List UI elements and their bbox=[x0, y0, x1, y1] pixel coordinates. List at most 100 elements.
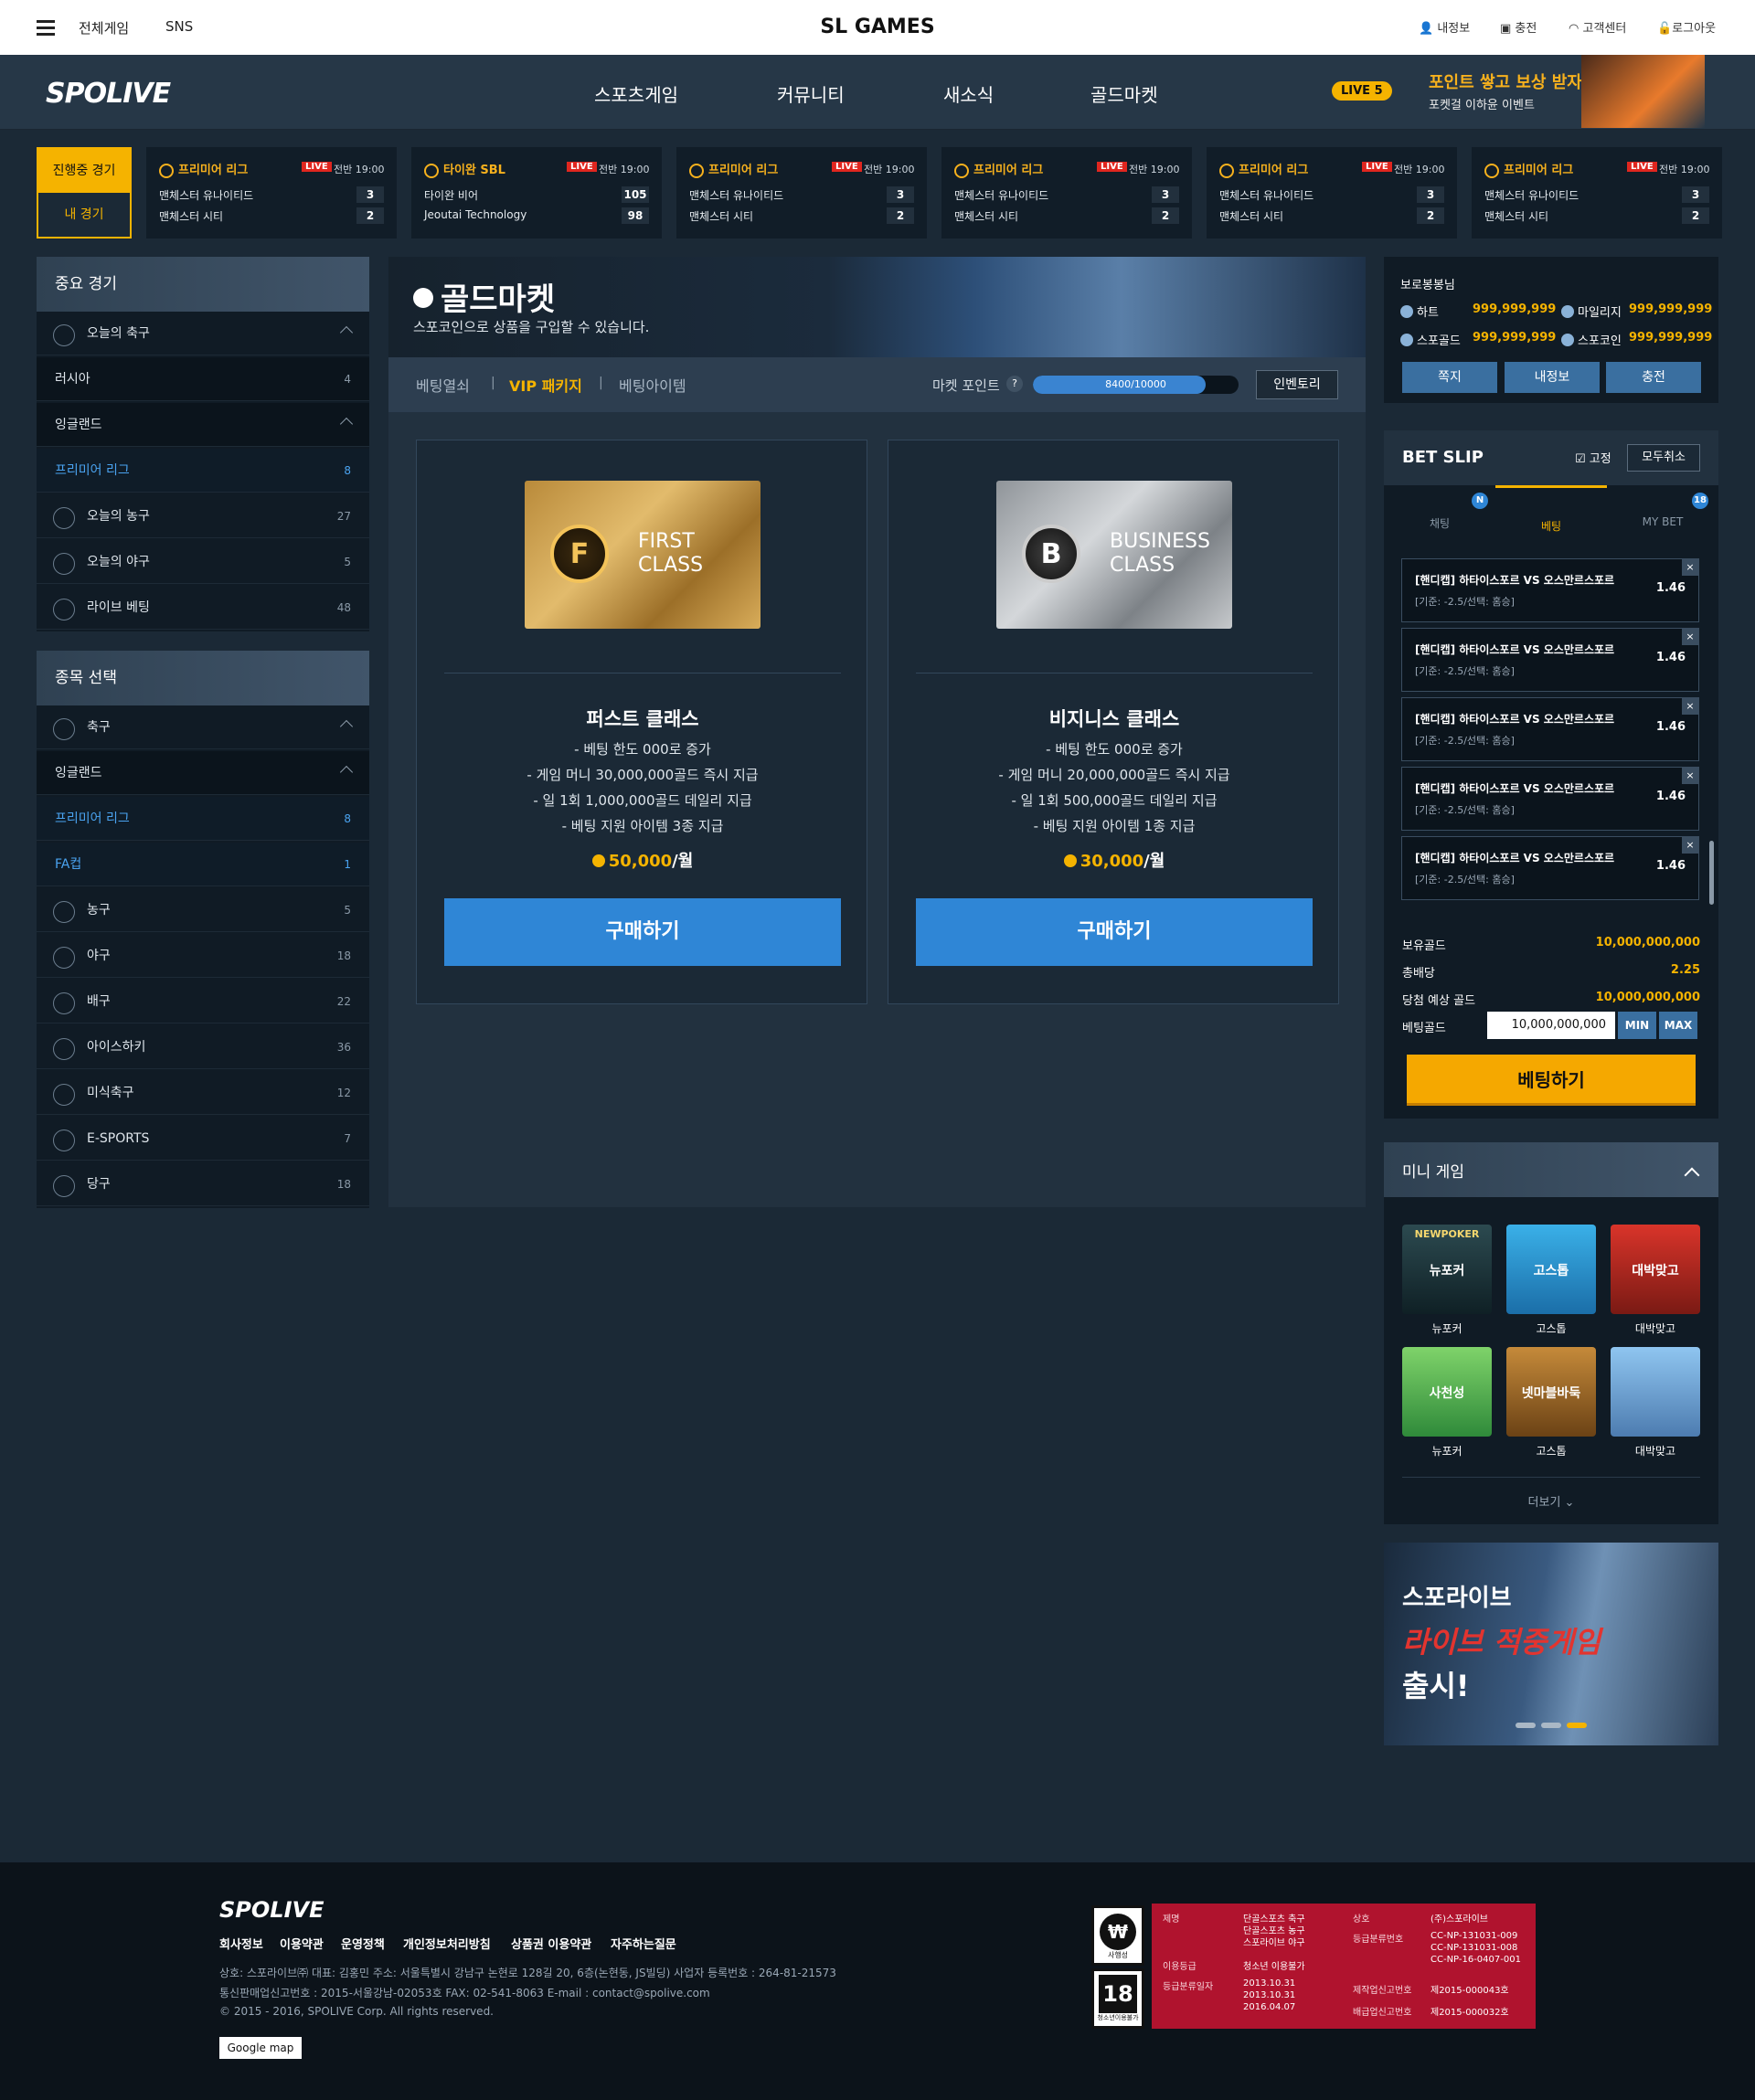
promo-title[interactable]: 포인트 쌓고 보상 받자! bbox=[1429, 69, 1590, 93]
tab-divider: | bbox=[599, 376, 603, 390]
charge-link[interactable]: ▣ 충전 bbox=[1500, 18, 1537, 36]
footer-link-company[interactable]: 회사정보 bbox=[219, 1935, 263, 1952]
bet-slip-item[interactable]: [핸디캡] 하타이스포르 VS 오스만르스포르 [기준: -2.5/선택: 홈승]… bbox=[1401, 628, 1699, 692]
footer-link-faq[interactable]: 자주하는질문 bbox=[611, 1935, 676, 1952]
bet-detail: [기준: -2.5/선택: 홈승] bbox=[1415, 596, 1515, 608]
fix-checkbox[interactable]: ☑ 고정 bbox=[1575, 449, 1611, 466]
close-icon[interactable]: × bbox=[1682, 629, 1698, 645]
mini-game-label[interactable]: 고스톱 bbox=[1506, 1443, 1596, 1458]
tab-bet[interactable]: 베팅 bbox=[1495, 485, 1607, 538]
tab-vip-package[interactable]: VIP 패키지 bbox=[509, 374, 582, 396]
mini-game-thumbnail[interactable]: 대박맞고 bbox=[1611, 1225, 1700, 1314]
home-team: 타이완 비어 bbox=[424, 189, 479, 202]
sidebar-item[interactable]: 프리미어 리그 8 bbox=[37, 449, 369, 493]
mini-game-thumbnail[interactable]: 넷마블바둑 bbox=[1506, 1347, 1596, 1437]
live-match-card[interactable]: 타이완 SBL LIVE 전반 19:00 타이완 비어 105 Jeoutai Tech… bbox=[411, 147, 662, 239]
support-link[interactable]: ◠ 고객센터 bbox=[1569, 18, 1626, 36]
charge-button[interactable]: 충전 bbox=[1606, 362, 1701, 393]
ball-icon bbox=[954, 163, 969, 178]
nav-gold-market[interactable]: 골드마켓 bbox=[1090, 80, 1158, 107]
place-bet-button[interactable]: 베팅하기 bbox=[1407, 1055, 1696, 1106]
clear-all-button[interactable]: 모두취소 bbox=[1627, 444, 1700, 472]
mini-game-label[interactable]: 뉴포커 bbox=[1402, 1320, 1492, 1336]
nav-community[interactable]: 커뮤니티 bbox=[777, 80, 845, 107]
live-match-card[interactable]: 프리미어 리그 LIVE 전반 19:00 맨체스터 유나이티드 3 맨체스터 시티 2 bbox=[146, 147, 397, 239]
bet-slip-item[interactable]: [핸디캡] 하타이스포르 VS 오스만르스포르 [기준: -2.5/선택: 홈승]… bbox=[1401, 836, 1699, 900]
scrollbar[interactable] bbox=[1709, 841, 1714, 905]
footer-link-policy[interactable]: 운영정책 bbox=[341, 1935, 385, 1952]
sidebar-item[interactable]: 프리미어 리그 8 bbox=[37, 797, 369, 841]
logo[interactable]: SPOLIVE bbox=[46, 78, 171, 110]
rating-table: 제명 단골스포츠 축구 단골스포츠 농구 스포라이브 야구 이용등급 청소년 이… bbox=[1152, 1904, 1536, 2029]
tab-my-matches[interactable]: 내 경기 bbox=[38, 193, 130, 237]
carousel-dot-active[interactable] bbox=[1567, 1723, 1587, 1728]
nav-news[interactable]: 새소식 bbox=[943, 80, 994, 107]
bet-slip-item[interactable]: [핸디캡] 하타이스포르 VS 오스만르스포르 [기준: -2.5/선택: 홈승]… bbox=[1401, 697, 1699, 761]
live-match-card[interactable]: 프리미어 리그 LIVE 전반 19:00 맨체스터 유나이티드 3 맨체스터 시티 2 bbox=[1472, 147, 1722, 239]
sidebar-item[interactable]: 잉글랜드 bbox=[37, 403, 369, 447]
live-match-card[interactable]: 프리미어 리그 LIVE 전반 19:00 맨체스터 유나이티드 3 맨체스터 시티 2 bbox=[676, 147, 927, 239]
chevron-up-icon[interactable] bbox=[339, 765, 354, 780]
mini-game-label[interactable]: 고스톱 bbox=[1506, 1320, 1596, 1336]
tab-live-matches[interactable]: 진행중 경기 bbox=[38, 149, 130, 193]
sidebar-item[interactable]: 잉글랜드 bbox=[37, 751, 369, 795]
spogold-value: 999,999,999 bbox=[1473, 331, 1557, 345]
mini-game-thumbnail[interactable]: 고스톱 bbox=[1506, 1225, 1596, 1314]
bet-detail: [기준: -2.5/선택: 홈승] bbox=[1415, 874, 1515, 886]
bet-gold-input[interactable]: 10,000,000,000 bbox=[1487, 1012, 1615, 1039]
sports-panel: 종목 선택 축구 잉글랜드 프리미어 리그 8 FA컵 1 농구 5 야구 18 배구 22 아이스하키… bbox=[37, 651, 369, 1208]
max-button[interactable]: MAX bbox=[1659, 1012, 1697, 1039]
sidebar-item[interactable]: FA컵 1 bbox=[37, 843, 369, 886]
sidebar-item[interactable]: 오늘의 야구 5 bbox=[37, 540, 369, 584]
bet-slip-item[interactable]: [핸디캡] 하타이스포르 VS 오스만르스포르 [기준: -2.5/선택: 홈승]… bbox=[1401, 558, 1699, 622]
sidebar-item[interactable]: 축구 bbox=[37, 705, 369, 749]
my-info-button[interactable]: 내정보 bbox=[1505, 362, 1600, 393]
bet-slip-item[interactable]: [핸디캡] 하타이스포르 VS 오스만르스포르 [기준: -2.5/선택: 홈승]… bbox=[1401, 767, 1699, 831]
sidebar-item[interactable]: 야구 18 bbox=[37, 934, 369, 978]
google-map-button[interactable]: Google map bbox=[219, 2037, 302, 2059]
message-button[interactable]: 쪽지 bbox=[1402, 362, 1497, 393]
footer-link-terms[interactable]: 이용약관 bbox=[280, 1935, 324, 1952]
sidebar-item[interactable]: 당구 18 bbox=[37, 1162, 369, 1206]
live-match-card[interactable]: 프리미어 리그 LIVE 전반 19:00 맨체스터 유나이티드 3 맨체스터 시티 2 bbox=[1207, 147, 1457, 239]
my-info-link[interactable]: 👤 내정보 bbox=[1419, 18, 1470, 36]
close-icon[interactable]: × bbox=[1682, 768, 1698, 784]
min-button[interactable]: MIN bbox=[1618, 1012, 1656, 1039]
carousel-dot[interactable] bbox=[1541, 1723, 1561, 1728]
buy-button[interactable]: 구매하기 bbox=[916, 898, 1313, 966]
chevron-up-icon[interactable] bbox=[339, 719, 354, 734]
sidebar-item[interactable]: 아이스하키 36 bbox=[37, 1025, 369, 1069]
sidebar-item[interactable]: 라이브 베팅 48 bbox=[37, 586, 369, 630]
mini-game-label[interactable]: 뉴포커 bbox=[1402, 1443, 1492, 1458]
sidebar-item[interactable]: 러시아 4 bbox=[37, 357, 369, 401]
tab-betting-items[interactable]: 베팅아이템 bbox=[619, 374, 686, 396]
footer-link-giftcard[interactable]: 상품권 이용약관 bbox=[511, 1935, 591, 1952]
sidebar-item[interactable]: 배구 22 bbox=[37, 980, 369, 1023]
carousel-dot[interactable] bbox=[1516, 1723, 1536, 1728]
chevron-up-icon[interactable] bbox=[339, 325, 354, 340]
logout-link[interactable]: 🔓로그아웃 bbox=[1657, 18, 1716, 36]
more-link[interactable]: 더보기 ⌄ bbox=[1384, 1492, 1718, 1510]
mini-game-thumbnail[interactable]: NEWPOKER 뉴포커 bbox=[1402, 1225, 1492, 1314]
live-match-card[interactable]: 프리미어 리그 LIVE 전반 19:00 맨체스터 유나이티드 3 맨체스터 시티 2 bbox=[941, 147, 1192, 239]
chevron-up-icon[interactable] bbox=[339, 417, 354, 431]
mini-game-label[interactable]: 대박맞고 bbox=[1611, 1320, 1700, 1336]
sidebar-item[interactable]: E-SPORTS 7 bbox=[37, 1117, 369, 1161]
nav-sports[interactable]: 스포츠게임 bbox=[594, 80, 678, 107]
mini-game-thumbnail[interactable]: 사천성 bbox=[1402, 1347, 1492, 1437]
sidebar-item[interactable]: 오늘의 농구 27 bbox=[37, 494, 369, 538]
live-count-badge[interactable]: LIVE 5 bbox=[1332, 81, 1392, 101]
sidebar-item[interactable]: 미식축구 12 bbox=[37, 1071, 369, 1115]
close-icon[interactable]: × bbox=[1682, 698, 1698, 715]
inventory-button[interactable]: 인벤토리 bbox=[1256, 370, 1338, 399]
close-icon[interactable]: × bbox=[1682, 837, 1698, 854]
sidebar-item[interactable]: 농구 5 bbox=[37, 888, 369, 932]
buy-button[interactable]: 구매하기 bbox=[444, 898, 841, 966]
tab-betting-keys[interactable]: 베팅열쇠 bbox=[416, 374, 470, 396]
footer-link-privacy[interactable]: 개인정보처리방침 bbox=[403, 1935, 491, 1952]
mini-game-thumbnail[interactable] bbox=[1611, 1347, 1700, 1437]
close-icon[interactable]: × bbox=[1682, 559, 1698, 576]
help-icon[interactable]: ? bbox=[1006, 376, 1023, 392]
sidebar-item[interactable]: 오늘의 축구 bbox=[37, 312, 369, 355]
mini-game-label[interactable]: 대박맞고 bbox=[1611, 1443, 1700, 1458]
